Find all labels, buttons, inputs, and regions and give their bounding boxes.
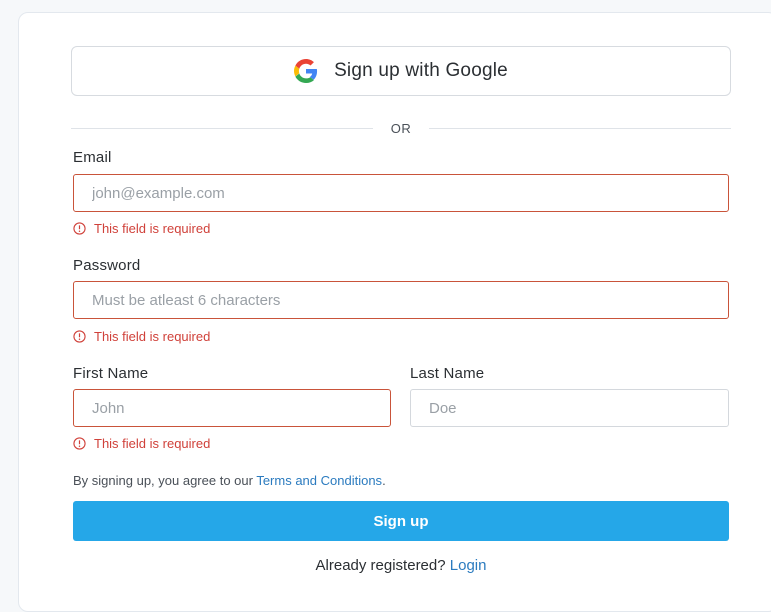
- first-name-error-text: This field is required: [94, 436, 211, 451]
- or-divider: OR: [71, 118, 731, 138]
- signup-card: Sign up with Google OR Email This field …: [18, 12, 771, 612]
- google-signup-label: Sign up with Google: [334, 60, 508, 81]
- error-circle-icon: [73, 437, 86, 450]
- email-label: Email: [73, 149, 112, 166]
- password-error: This field is required: [73, 329, 210, 344]
- signup-button[interactable]: Sign up: [73, 501, 729, 541]
- google-signup-button[interactable]: Sign up with Google: [71, 46, 731, 96]
- login-prefix: Already registered?: [315, 557, 450, 574]
- first-name-field[interactable]: [73, 389, 391, 427]
- password-label: Password: [73, 257, 141, 274]
- email-field[interactable]: [73, 174, 729, 212]
- terms-suffix: .: [382, 473, 386, 488]
- divider-line-right: [429, 127, 731, 129]
- error-circle-icon: [73, 222, 86, 235]
- login-link[interactable]: Login: [450, 557, 487, 574]
- last-name-field[interactable]: [410, 389, 729, 427]
- email-error-text: This field is required: [94, 221, 211, 236]
- terms-text: By signing up, you agree to our Terms an…: [73, 473, 386, 488]
- error-circle-icon: [73, 330, 86, 343]
- google-g-icon: [294, 59, 318, 83]
- first-name-error: This field is required: [73, 436, 210, 451]
- divider-line-left: [71, 127, 373, 129]
- email-error: This field is required: [73, 221, 210, 236]
- login-prompt: Already registered? Login: [73, 557, 729, 574]
- terms-link[interactable]: Terms and Conditions: [256, 473, 382, 488]
- password-field[interactable]: [73, 281, 729, 319]
- terms-prefix: By signing up, you agree to our: [73, 473, 257, 488]
- first-name-label: First Name: [73, 365, 149, 382]
- password-error-text: This field is required: [94, 329, 211, 344]
- divider-or-label: OR: [390, 120, 412, 136]
- last-name-label: Last Name: [410, 365, 485, 382]
